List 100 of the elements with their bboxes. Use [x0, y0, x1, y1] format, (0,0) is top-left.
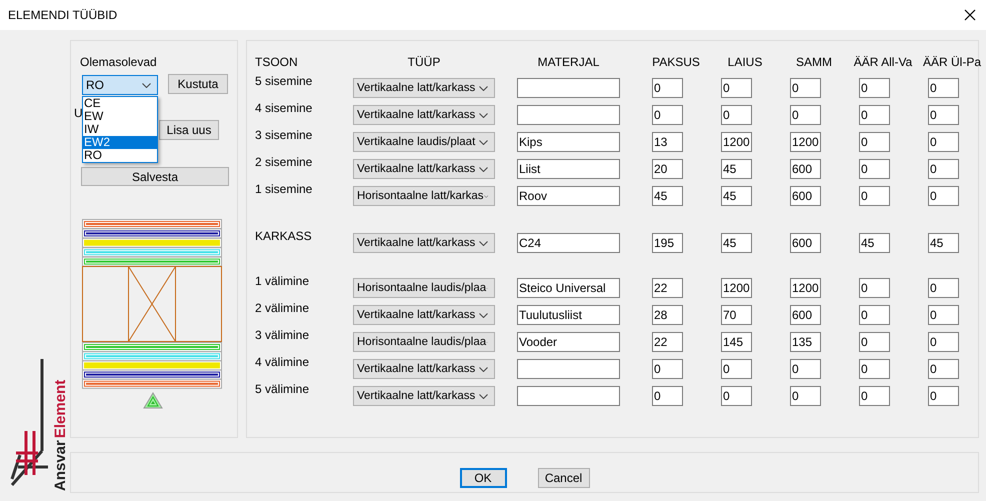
dropdown-option[interactable]: CE — [83, 97, 157, 110]
number-field[interactable]: 0 — [859, 105, 890, 125]
type-dropdown[interactable]: Vertikaalne latt/karkass — [353, 105, 495, 125]
dropdown-option[interactable]: IW — [83, 123, 157, 136]
number-field[interactable]: 0 — [928, 132, 959, 152]
number-field[interactable]: 1200 — [790, 132, 821, 152]
close-icon[interactable] — [964, 9, 976, 21]
type-dropdown[interactable]: Vertikaalne latt/karkass — [353, 159, 495, 179]
number-field[interactable]: 22 — [652, 332, 683, 352]
add-new-button[interactable]: Lisa uus — [159, 120, 219, 140]
number-field[interactable]: 1200 — [790, 278, 821, 298]
number-field[interactable]: 0 — [859, 386, 890, 406]
number-field[interactable]: 0 — [652, 359, 683, 379]
number-field[interactable]: 0 — [652, 105, 683, 125]
number-field[interactable]: 13 — [652, 132, 683, 152]
type-dropdown[interactable]: Horisontaalne laudis/plaa — [353, 332, 495, 352]
material-field[interactable]: Tuulutusliist — [517, 305, 620, 325]
number-field[interactable]: 0 — [652, 386, 683, 406]
number-field[interactable]: 0 — [928, 386, 959, 406]
chevron-down-icon — [479, 366, 488, 372]
number-field[interactable]: 45 — [928, 233, 959, 253]
number-field[interactable]: 28 — [652, 305, 683, 325]
material-field[interactable] — [517, 78, 620, 98]
number-field[interactable]: 70 — [721, 305, 752, 325]
material-field[interactable]: Roov — [517, 186, 620, 206]
number-field[interactable]: 45 — [859, 233, 890, 253]
number-field[interactable]: 0 — [859, 132, 890, 152]
number-field[interactable]: 0 — [859, 332, 890, 352]
column-header: TSOON — [255, 55, 299, 69]
chevron-down-icon — [479, 394, 488, 398]
number-field[interactable]: 135 — [790, 332, 821, 352]
number-field[interactable]: 195 — [652, 233, 683, 253]
number-field[interactable]: 1200 — [721, 132, 752, 152]
number-field[interactable]: 45 — [652, 186, 683, 206]
material-field[interactable] — [517, 359, 620, 379]
number-field[interactable]: 0 — [859, 78, 890, 98]
number-field[interactable]: 0 — [790, 105, 821, 125]
number-field[interactable]: 45 — [721, 233, 752, 253]
type-dropdown[interactable]: Horisontaalne latt/karkas — [353, 186, 495, 206]
type-dropdown[interactable]: Vertikaalne latt/karkass — [353, 78, 495, 98]
type-dropdown[interactable]: Vertikaalne latt/karkass — [353, 386, 495, 406]
number-field[interactable]: 600 — [790, 233, 821, 253]
number-field[interactable]: 600 — [790, 305, 821, 325]
number-field[interactable]: 0 — [928, 159, 959, 179]
number-field[interactable]: 600 — [790, 186, 821, 206]
type-dropdown[interactable]: RO — [82, 75, 158, 95]
chevron-down-icon — [479, 240, 488, 246]
material-field[interactable]: Vooder — [517, 332, 620, 352]
number-field[interactable]: 0 — [928, 332, 959, 352]
chevron-down-icon — [479, 166, 488, 172]
zone-label: 3 välimine — [255, 328, 310, 344]
zone-label: 5 sisemine — [255, 74, 314, 90]
number-field[interactable]: 0 — [652, 78, 683, 98]
number-field[interactable]: 0 — [928, 105, 959, 125]
number-field[interactable]: 0 — [859, 305, 890, 325]
brand-product: Element — [53, 380, 69, 438]
number-field[interactable]: 0 — [859, 186, 890, 206]
delete-button[interactable]: Kustuta — [168, 74, 228, 94]
column-header: ÄÄR Ül-Pa — [922, 55, 982, 69]
save-button[interactable]: Salvesta — [81, 167, 229, 186]
number-field[interactable]: 45 — [721, 186, 752, 206]
window-title: ELEMENDI TÜÜBID — [8, 8, 118, 22]
number-field[interactable]: 0 — [928, 359, 959, 379]
type-dropdown[interactable]: Vertikaalne latt/karkass — [353, 305, 495, 325]
ok-button[interactable]: OK — [460, 468, 506, 488]
number-field[interactable]: 0 — [790, 359, 821, 379]
material-field[interactable] — [517, 386, 620, 406]
type-dropdown[interactable]: Horisontaalne laudis/plaa — [353, 278, 495, 298]
dropdown-option[interactable]: EW — [83, 110, 157, 123]
number-field[interactable]: 20 — [652, 159, 683, 179]
number-field[interactable]: 0 — [721, 359, 752, 379]
number-field[interactable]: 0 — [721, 386, 752, 406]
number-field[interactable]: 0 — [928, 278, 959, 298]
material-field[interactable]: C24 — [517, 233, 620, 253]
number-field[interactable]: 145 — [721, 332, 752, 352]
material-field[interactable]: Liist — [517, 159, 620, 179]
number-field[interactable]: 0 — [790, 386, 821, 406]
dropdown-option[interactable]: EW2 — [83, 136, 157, 149]
zone-label: 4 sisemine — [255, 101, 314, 117]
number-field[interactable]: 45 — [721, 159, 752, 179]
type-dropdown[interactable]: Vertikaalne latt/karkass — [353, 233, 495, 253]
material-field[interactable]: Steico Universal — [517, 278, 620, 298]
number-field[interactable]: 0 — [928, 78, 959, 98]
type-dropdown[interactable]: Vertikaalne latt/karkass — [353, 359, 495, 379]
dropdown-option[interactable]: RO — [83, 149, 157, 162]
type-dropdown[interactable]: Vertikaalne laudis/plaat — [353, 132, 495, 152]
cancel-button[interactable]: Cancel — [538, 468, 590, 488]
number-field[interactable]: 22 — [652, 278, 683, 298]
number-field[interactable]: 0 — [859, 159, 890, 179]
number-field[interactable]: 600 — [790, 159, 821, 179]
number-field[interactable]: 0 — [859, 359, 890, 379]
number-field[interactable]: 0 — [721, 105, 752, 125]
number-field[interactable]: 0 — [790, 78, 821, 98]
number-field[interactable]: 0 — [928, 305, 959, 325]
material-field[interactable]: Kips — [517, 132, 620, 152]
number-field[interactable]: 0 — [721, 78, 752, 98]
number-field[interactable]: 0 — [859, 278, 890, 298]
material-field[interactable] — [517, 105, 620, 125]
number-field[interactable]: 1200 — [721, 278, 752, 298]
number-field[interactable]: 0 — [928, 186, 959, 206]
